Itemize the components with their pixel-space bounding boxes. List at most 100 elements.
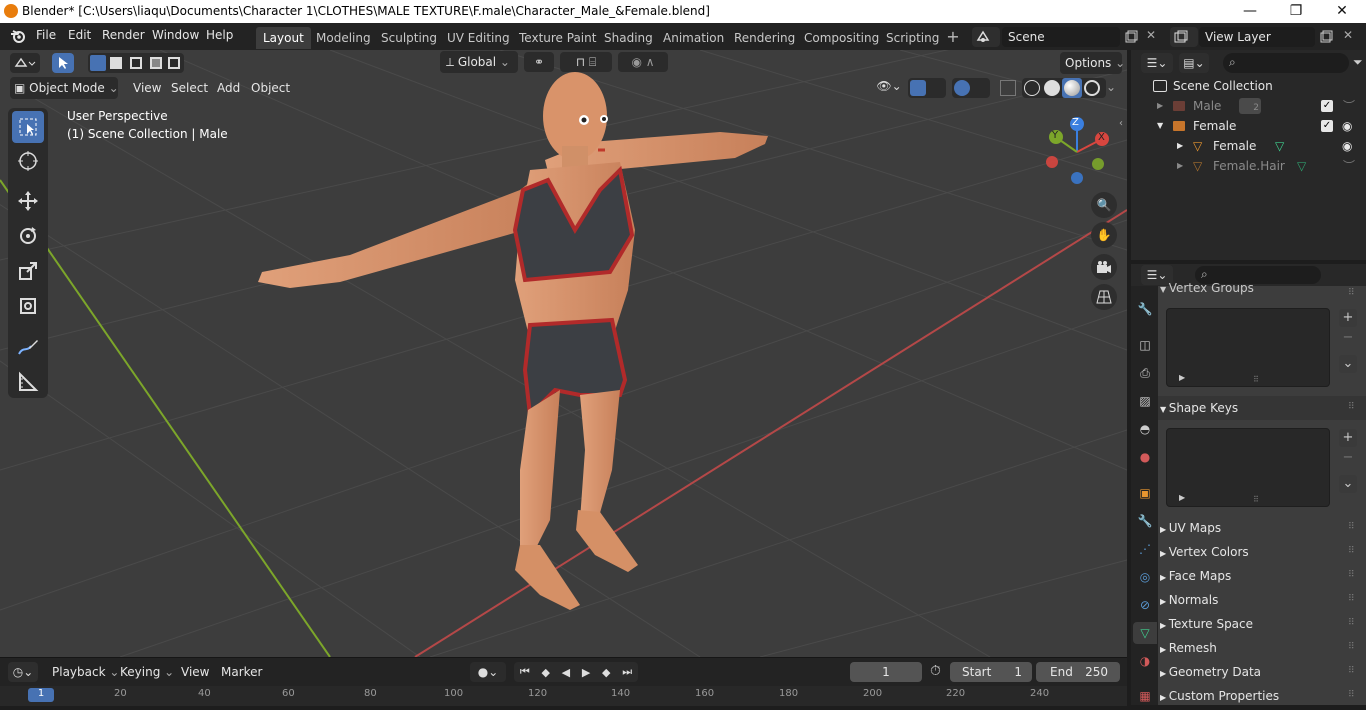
outliner-row-female-hair[interactable]: ▶ ▽ Female.Hair ▽ ︶ <box>1131 156 1366 176</box>
move-tool[interactable] <box>12 185 44 217</box>
editor-type-button[interactable] <box>10 53 40 73</box>
section-face-maps[interactable]: ▶ Face Maps <box>1160 564 1231 588</box>
section-shape-keys[interactable]: ▼ Shape Keys <box>1160 396 1238 420</box>
view-layer-field[interactable]: View Layer <box>1199 27 1315 47</box>
current-frame-field[interactable]: 1 <box>850 662 922 682</box>
jump-start-icon[interactable]: ⏮ <box>520 665 530 679</box>
expand-arrow-icon[interactable]: ▶ <box>1177 156 1183 176</box>
close-button[interactable]: ✕ <box>1319 0 1365 23</box>
drag-handle-icon[interactable]: ⠿ <box>1348 546 1355 556</box>
keying-dropdown[interactable]: Keying ⌄ <box>114 661 174 683</box>
options-dropdown[interactable]: Options ⌄ <box>1060 52 1125 74</box>
render-tab-icon[interactable]: ◫ <box>1136 336 1154 354</box>
cursor-tool[interactable] <box>12 145 44 177</box>
scene-tab-icon[interactable]: ◓ <box>1136 420 1154 438</box>
character-model[interactable] <box>258 72 768 610</box>
overlays-toggle[interactable] <box>952 78 990 98</box>
output-tab-icon[interactable]: ⎙ <box>1136 364 1154 382</box>
stopwatch-icon[interactable]: ⏱ <box>930 663 941 679</box>
outliner-row-female-collection[interactable]: ▼ Female ✓ ◉ <box>1131 116 1366 136</box>
navigation-gizmo[interactable]: Z X Y <box>1040 116 1120 186</box>
section-vertex-colors[interactable]: ▶ Vertex Colors <box>1160 540 1249 564</box>
next-keyframe-icon[interactable]: ◆ <box>602 666 610 679</box>
drag-handle-icon[interactable]: ⠿ <box>1348 402 1355 412</box>
drag-handle-icon[interactable]: ⠿ <box>1348 690 1355 700</box>
menu-help[interactable]: Help <box>206 28 233 42</box>
section-uv-maps[interactable]: ▶ UV Maps <box>1160 516 1221 540</box>
drag-handle-icon[interactable]: ⠿ <box>1348 666 1355 676</box>
add-workspace-icon[interactable]: + <box>944 28 962 46</box>
viewport-menu-object[interactable]: Object <box>251 77 290 99</box>
tab-rendering[interactable]: Rendering <box>727 27 802 49</box>
solid-shading-icon[interactable] <box>1044 80 1060 96</box>
select-tool-toggle[interactable] <box>52 53 74 73</box>
pivot-point-dropdown[interactable]: ⚭ <box>524 52 554 72</box>
invert-selection-icon[interactable] <box>150 57 162 69</box>
transform-orientation-dropdown[interactable]: ⟂ Global ⌄ <box>440 51 518 73</box>
measure-tool[interactable] <box>12 366 44 398</box>
pan-view-button[interactable]: ✋ <box>1091 222 1117 248</box>
camera-view-button[interactable] <box>1091 254 1117 280</box>
section-remesh[interactable]: ▶ Remesh <box>1160 636 1217 660</box>
particles-tab-icon[interactable]: ⋰ <box>1136 540 1154 558</box>
timeline-menu-marker[interactable]: Marker <box>221 661 262 683</box>
menu-edit[interactable]: Edit <box>68 28 91 42</box>
perspective-toggle-button[interactable] <box>1091 284 1117 310</box>
expand-arrow-icon[interactable]: ▶ <box>1157 96 1163 116</box>
tab-layout[interactable]: Layout <box>256 27 311 49</box>
tab-sculpting[interactable]: Sculpting <box>374 27 444 49</box>
section-geometry-data[interactable]: ▶ Geometry Data <box>1160 660 1261 684</box>
3d-viewport[interactable]: ⟂ Global ⌄ ⚭ ⊓ ⌸ ◉ ∧ Options ⌄ ▣ Object … <box>0 50 1127 657</box>
vertex-groups-list[interactable]: ▶ ⠿ <box>1166 308 1330 387</box>
menu-file[interactable]: File <box>36 28 56 42</box>
visibility-eye-icon[interactable]: ◉ <box>1342 136 1352 156</box>
playback-dropdown[interactable]: Playback ⌄ <box>44 661 119 683</box>
snap-toggle[interactable]: ⊓ ⌸ <box>560 52 612 72</box>
drag-handle-icon[interactable]: ⠿ <box>1348 594 1355 604</box>
resize-handle-icon[interactable]: ⠿ <box>1253 495 1259 504</box>
object-tab-icon[interactable]: ▣ <box>1136 484 1154 502</box>
filter-icon[interactable]: ⏷ <box>1353 55 1363 70</box>
shading-options-chevron-icon[interactable]: ⌄ <box>1106 80 1116 94</box>
remove-vertex-group-button[interactable]: − <box>1339 329 1357 347</box>
maximize-button[interactable]: ❐ <box>1273 0 1319 23</box>
minimize-button[interactable]: — <box>1227 0 1273 23</box>
material-preview-button[interactable] <box>1062 78 1082 98</box>
extend-selection-icon[interactable] <box>110 57 122 69</box>
prev-keyframe-icon[interactable]: ◆ <box>541 666 549 679</box>
new-view-layer-icon[interactable] <box>1318 29 1334 45</box>
mesh-data-icon[interactable]: ▽ <box>1275 136 1284 156</box>
tab-uv-editing[interactable]: UV Editing <box>440 27 517 49</box>
menu-window[interactable]: Window <box>152 28 199 42</box>
section-normals[interactable]: ▶ Normals <box>1160 588 1218 612</box>
world-tab-icon[interactable]: ● <box>1136 448 1154 466</box>
blender-menu-icon[interactable] <box>10 28 26 44</box>
drag-handle-icon[interactable]: ⠿ <box>1348 618 1355 628</box>
expand-arrow-icon[interactable]: ▶ <box>1179 493 1185 502</box>
scene-field[interactable]: Scene <box>1002 27 1120 47</box>
visibility-hidden-icon[interactable]: ︶ <box>1343 156 1355 176</box>
mesh-data-icon[interactable]: ▽ <box>1297 156 1306 176</box>
collapse-arrow-icon[interactable]: ▼ <box>1157 116 1163 136</box>
sidebar-toggle-chevron-icon[interactable]: ‹ <box>1119 118 1123 129</box>
gizmo-toggle[interactable] <box>908 78 946 98</box>
play-reverse-icon[interactable]: ◀ <box>562 666 570 679</box>
outliner-row-female-object[interactable]: ▶ ▽ Female ▽ ◉ <box>1131 136 1366 156</box>
scene-selector-button[interactable] <box>972 27 1000 47</box>
exclude-checkbox-icon[interactable]: ✓ <box>1321 100 1333 112</box>
annotate-tool[interactable] <box>12 331 44 363</box>
tab-texture-paint[interactable]: Texture Paint <box>512 27 603 49</box>
subtract-selection-icon[interactable] <box>130 57 142 69</box>
material-tab-icon[interactable]: ◑ <box>1136 652 1154 670</box>
timeline-editor-type-button[interactable]: ◷⌄ <box>8 662 38 682</box>
tab-animation[interactable]: Animation <box>656 27 731 49</box>
tab-scripting[interactable]: Scripting <box>879 27 946 49</box>
viewport-menu-view[interactable]: View <box>133 77 161 99</box>
drag-handle-icon[interactable]: ⠿ <box>1348 522 1355 532</box>
outliner-editor-type-button[interactable]: ☰⌄ <box>1141 53 1173 73</box>
wireframe-shading-icon[interactable] <box>1024 80 1040 96</box>
playhead[interactable]: 1 <box>28 688 54 702</box>
tab-shading[interactable]: Shading <box>597 27 660 49</box>
frame-ruler[interactable]: 1 20 40 60 80 100 120 140 160 180 200 22… <box>0 686 1127 706</box>
drag-handle-icon[interactable]: ⠿ <box>1348 288 1355 298</box>
